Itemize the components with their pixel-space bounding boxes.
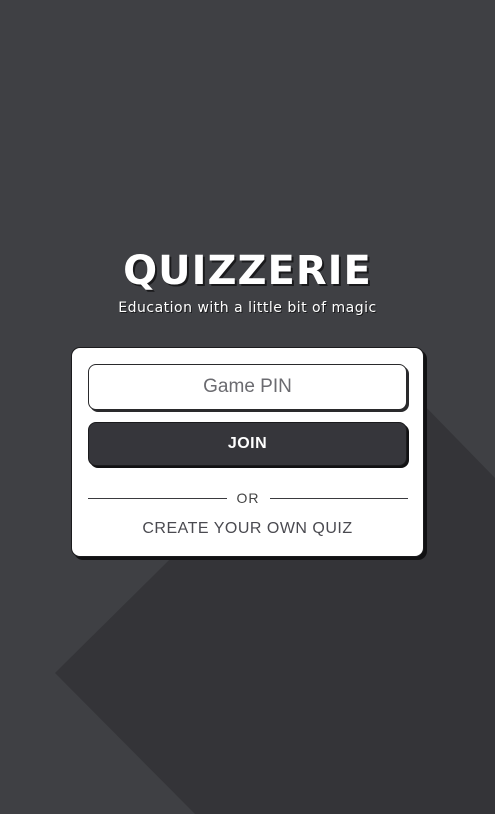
create-quiz-link[interactable]: CREATE YOUR OWN QUIZ [72, 520, 423, 538]
divider-line-left [88, 497, 227, 499]
or-divider: OR [88, 488, 408, 508]
join-button[interactable]: JOIN [88, 422, 407, 466]
brand-header: QUIZZERIE Education with a little bit of… [0, 248, 495, 316]
divider-line-right [269, 497, 408, 499]
join-card: JOIN OR CREATE YOUR OWN QUIZ [71, 347, 424, 557]
app-tagline: Education with a little bit of magic [118, 300, 377, 316]
game-pin-input[interactable] [88, 364, 407, 410]
divider-text: OR [236, 490, 260, 506]
app-logo: QUIZZERIE [123, 248, 372, 294]
